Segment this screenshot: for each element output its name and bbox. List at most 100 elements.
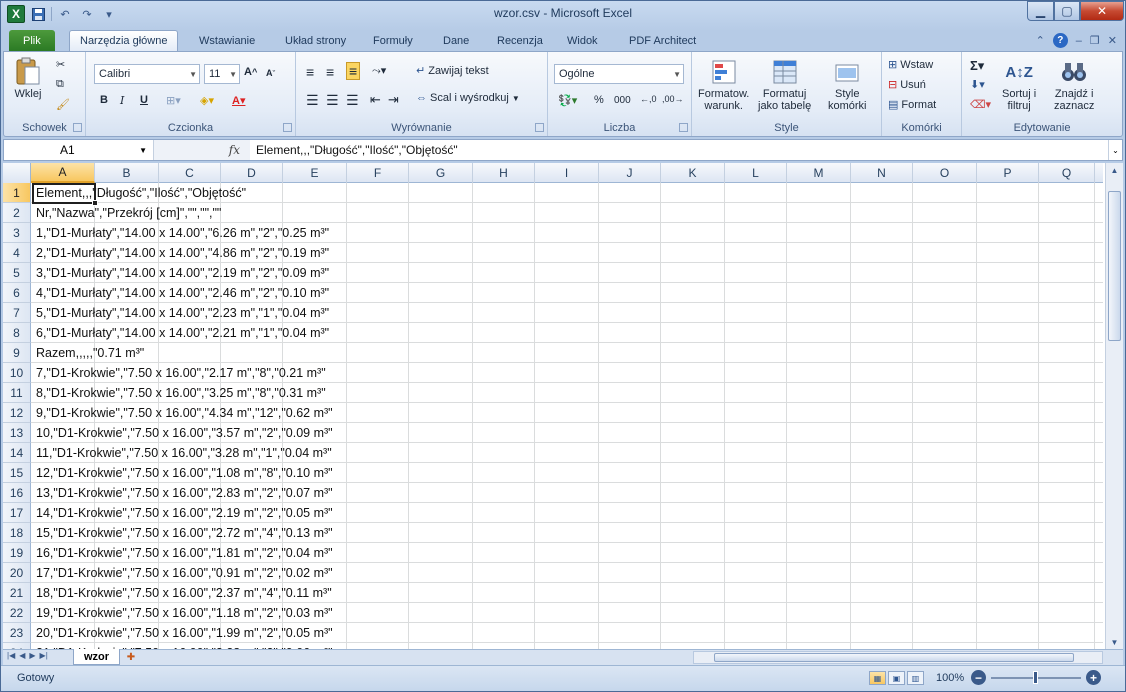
row-header-15[interactable]: 15 — [3, 463, 31, 483]
column-header-o[interactable]: O — [913, 163, 977, 183]
number-launcher-icon[interactable] — [679, 123, 688, 132]
column-header-q[interactable]: Q — [1039, 163, 1095, 183]
row-header-19[interactable]: 19 — [3, 543, 31, 563]
row-header-18[interactable]: 18 — [3, 523, 31, 543]
font-launcher-icon[interactable] — [283, 123, 292, 132]
cell-a20[interactable]: 17,"D1-Krokwie","7.50 x 16.00","0.91 m",… — [36, 563, 333, 583]
tab-insert[interactable]: Wstawianie — [189, 30, 265, 51]
row-header-22[interactable]: 22 — [3, 603, 31, 623]
expand-formula-bar-icon[interactable]: ⌄ — [1108, 140, 1122, 160]
cell-a14[interactable]: 11,"D1-Krokwie","7.50 x 16.00","3.28 m",… — [36, 443, 332, 463]
cell-a15[interactable]: 12,"D1-Krokwie","7.50 x 16.00","1.08 m",… — [36, 463, 333, 483]
zoom-slider-thumb[interactable] — [1033, 671, 1038, 684]
column-header-n[interactable]: N — [851, 163, 913, 183]
number-format-select[interactable]: Ogólne ▼ — [554, 64, 684, 84]
tab-home[interactable]: Narzędzia główne — [69, 30, 179, 51]
bold-button[interactable]: B — [100, 94, 108, 106]
cell-a3[interactable]: 1,"D1-Murłaty","14.00 x 14.00","6.26 m",… — [36, 223, 329, 243]
cell-a19[interactable]: 16,"D1-Krokwie","7.50 x 16.00","1.81 m",… — [36, 543, 333, 563]
insert-sheet-icon[interactable]: ✚ — [119, 650, 143, 664]
alignment-launcher-icon[interactable] — [535, 123, 544, 132]
row-header-1[interactable]: 1 — [3, 183, 31, 203]
clipboard-launcher-icon[interactable] — [73, 123, 82, 132]
shrink-font-button[interactable]: Aˇ — [266, 68, 275, 78]
tab-data[interactable]: Dane — [433, 30, 479, 51]
cell-a6[interactable]: 4,"D1-Murłaty","14.00 x 14.00","2.46 m",… — [36, 283, 329, 303]
row-header-8[interactable]: 8 — [3, 323, 31, 343]
copy-icon[interactable]: ⧉ — [56, 78, 64, 91]
column-header-g[interactable]: G — [409, 163, 473, 183]
cell-styles-button[interactable]: Style komórki — [828, 56, 867, 112]
column-header-c[interactable]: C — [159, 163, 221, 183]
row-header-23[interactable]: 23 — [3, 623, 31, 643]
normal-view-icon[interactable]: ▦ — [869, 671, 886, 685]
last-sheet-icon[interactable]: ▶| — [40, 651, 48, 660]
page-layout-view-icon[interactable]: ▣ — [888, 671, 905, 685]
column-header-j[interactable]: J — [599, 163, 661, 183]
find-select-button[interactable]: Znajdź i zaznacz — [1054, 56, 1094, 112]
horizontal-scroll-thumb[interactable] — [714, 653, 1074, 662]
scroll-up-icon[interactable]: ▲ — [1106, 163, 1123, 177]
italic-button[interactable]: I — [120, 94, 124, 107]
row-header-10[interactable]: 10 — [3, 363, 31, 383]
cell-a9[interactable]: Razem,,,,,"0.71 m³" — [36, 343, 144, 363]
cell-a10[interactable]: 7,"D1-Krokwie","7.50 x 16.00","2.17 m","… — [36, 363, 326, 383]
column-header-b[interactable]: B — [95, 163, 159, 183]
tab-file[interactable]: Plik — [9, 30, 55, 51]
zoom-in-icon[interactable]: + — [1086, 670, 1101, 685]
row-header-20[interactable]: 20 — [3, 563, 31, 583]
font-size-select[interactable]: 11 ▼ — [204, 64, 240, 84]
font-color-icon[interactable]: A▾ — [232, 94, 245, 107]
align-bottom-icon[interactable]: ≡ — [346, 62, 361, 80]
column-header-l[interactable]: L — [725, 163, 787, 183]
horizontal-scrollbar[interactable] — [693, 651, 1103, 664]
cut-icon[interactable]: ✂ — [56, 58, 65, 71]
column-header-a[interactable]: A — [31, 163, 95, 183]
cell-a21[interactable]: 18,"D1-Krokwie","7.50 x 16.00","2.37 m",… — [36, 583, 332, 603]
vertical-scroll-thumb[interactable] — [1108, 191, 1121, 341]
clear-icon[interactable]: ⌫▾ — [970, 98, 991, 111]
row-header-5[interactable]: 5 — [3, 263, 31, 283]
column-header-m[interactable]: M — [787, 163, 851, 183]
row-header-4[interactable]: 4 — [3, 243, 31, 263]
zoom-out-icon[interactable]: − — [971, 670, 986, 685]
cell-a18[interactable]: 15,"D1-Krokwie","7.50 x 16.00","2.72 m",… — [36, 523, 333, 543]
align-middle-icon[interactable]: ≡ — [326, 64, 334, 80]
tab-view[interactable]: Widok — [557, 30, 608, 51]
fill-color-icon[interactable]: ◈▾ — [200, 94, 214, 107]
name-box[interactable]: A1 ▼ — [4, 140, 154, 160]
close-button[interactable]: ✕ — [1080, 1, 1124, 21]
fill-icon[interactable]: ⬇▾ — [970, 78, 985, 91]
align-top-icon[interactable]: ≡ — [306, 64, 314, 80]
merge-center-button[interactable]: ⇔ Scal i wyśrodkuj ▼ — [416, 92, 520, 104]
select-all-corner[interactable] — [3, 163, 31, 183]
borders-icon[interactable]: ⊞▾ — [166, 94, 181, 107]
thousands-button[interactable]: 000 — [614, 95, 631, 106]
sort-filter-button[interactable]: A↕Z Sortuj i filtruj — [1002, 56, 1036, 113]
column-header-p[interactable]: P — [977, 163, 1039, 183]
decrease-decimal-icon[interactable]: ,00→ — [662, 94, 684, 104]
first-sheet-icon[interactable]: |◀ — [7, 651, 15, 660]
formula-input[interactable]: Element,,,"Długość","Ilość","Objętość" — [256, 140, 458, 160]
column-header-d[interactable]: D — [221, 163, 283, 183]
row-header-14[interactable]: 14 — [3, 443, 31, 463]
wrap-text-button[interactable]: ↵ Zawijaj tekst — [416, 64, 489, 78]
scroll-down-icon[interactable]: ▼ — [1106, 635, 1123, 649]
worksheet-grid[interactable]: ABCDEFGHIJKLMNOPQ 1 Element,,,"Długość","… — [3, 163, 1123, 649]
row-header-7[interactable]: 7 — [3, 303, 31, 323]
tab-pdf-architect[interactable]: PDF Architect — [619, 30, 706, 51]
page-break-view-icon[interactable]: ▥ — [907, 671, 924, 685]
cell-a23[interactable]: 20,"D1-Krokwie","7.50 x 16.00","1.99 m",… — [36, 623, 333, 643]
column-header-f[interactable]: F — [347, 163, 409, 183]
minimize-button[interactable]: ▁ — [1027, 1, 1054, 21]
doc-minimize-icon[interactable]: – — [1076, 35, 1082, 47]
fill-handle[interactable] — [92, 200, 98, 206]
tab-review[interactable]: Recenzja — [487, 30, 553, 51]
maximize-button[interactable]: ▢ — [1054, 1, 1080, 21]
row-header-11[interactable]: 11 — [3, 383, 31, 403]
row-header-3[interactable]: 3 — [3, 223, 31, 243]
cell-a17[interactable]: 14,"D1-Krokwie","7.50 x 16.00","2.19 m",… — [36, 503, 333, 523]
cell-a2[interactable]: Nr,"Nazwa","Przekrój [cm]","","","" — [36, 203, 221, 223]
font-name-select[interactable]: Calibri ▼ — [94, 64, 200, 84]
tab-formulas[interactable]: Formuły — [363, 30, 423, 51]
